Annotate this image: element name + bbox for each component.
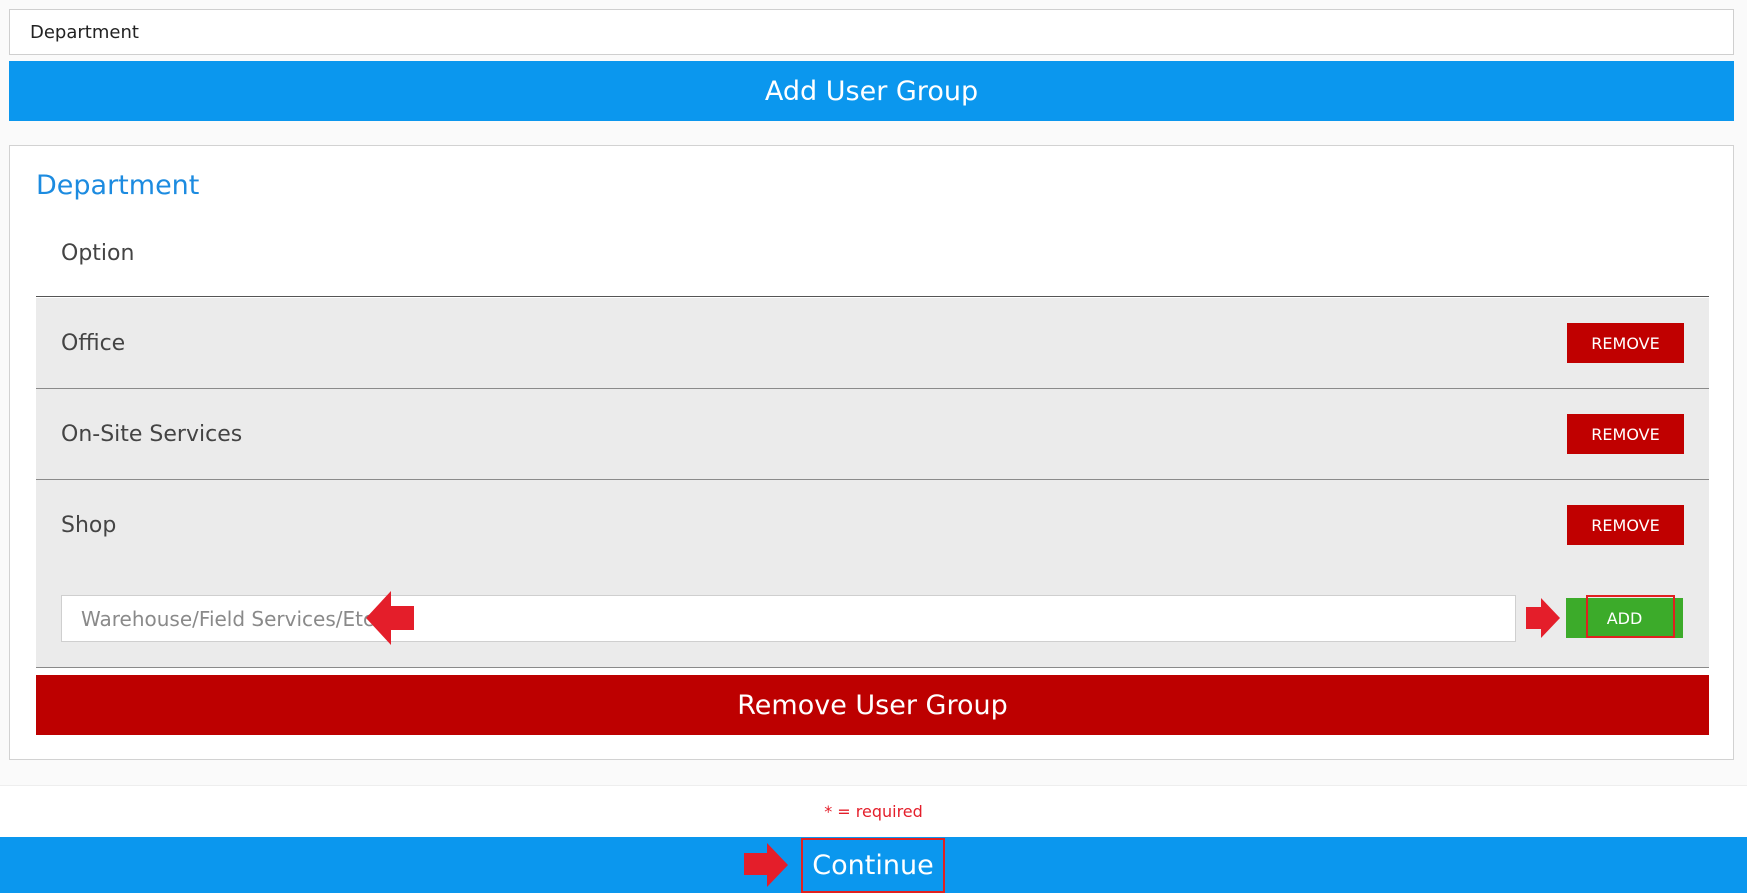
remove-office-button[interactable]: REMOVE	[1567, 323, 1684, 363]
remove-on-site-services-button[interactable]: REMOVE	[1567, 414, 1684, 454]
user-group-panel: Department Option Office REMOVE On-Site …	[9, 145, 1734, 760]
option-label: Office	[61, 330, 126, 356]
option-row-on-site-services: On-Site Services REMOVE	[36, 389, 1709, 480]
option-row-shop: Shop REMOVE	[36, 480, 1709, 571]
department-field[interactable]: Department	[9, 9, 1734, 55]
option-label: On-Site Services	[61, 421, 243, 447]
add-option-row: ADD	[36, 570, 1709, 668]
form-footer: * = required	[0, 785, 1747, 837]
group-title: Department	[36, 170, 200, 201]
add-option-button[interactable]: ADD	[1566, 598, 1683, 638]
remove-shop-button[interactable]: REMOVE	[1567, 505, 1684, 545]
continue-bar: Continue	[0, 837, 1747, 893]
option-row-office: Office REMOVE	[36, 298, 1709, 389]
option-column-header: Option	[36, 211, 1709, 297]
required-note: * = required	[824, 802, 923, 821]
new-option-input[interactable]	[61, 595, 1516, 642]
option-label: Shop	[61, 512, 117, 538]
remove-user-group-button[interactable]: Remove User Group	[36, 675, 1709, 735]
continue-button[interactable]: Continue	[801, 838, 945, 893]
add-user-group-button[interactable]: Add User Group	[9, 61, 1734, 121]
